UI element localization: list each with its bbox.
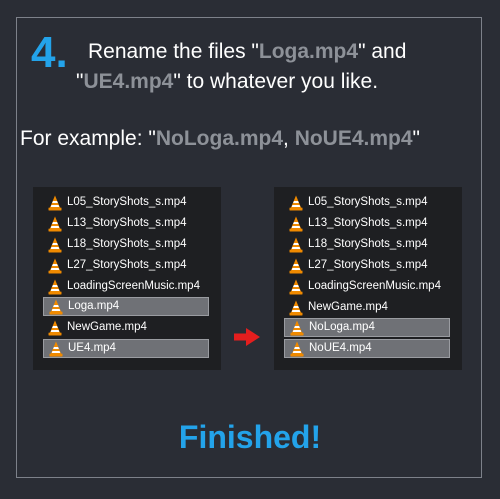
- vlc-icon: [49, 341, 63, 356]
- file-item[interactable]: L05_StoryShots_s.mp4: [43, 193, 209, 212]
- file-list-after: L05_StoryShots_s.mp4 L13_StoryShots_s.mp…: [274, 187, 462, 370]
- vlc-icon: [48, 195, 62, 210]
- file-name: NewGame.mp4: [308, 300, 388, 313]
- instruction-line-1: Rename the files "Loga.mp4" and: [88, 41, 406, 62]
- example-filename: NoUE4.mp4: [294, 127, 413, 150]
- file-item-selected[interactable]: UE4.mp4: [43, 339, 209, 358]
- vlc-icon: [289, 237, 303, 252]
- file-item[interactable]: L18_StoryShots_s.mp4: [284, 235, 450, 254]
- instruction-line-2: "UE4.mp4" to whatever you like.: [76, 71, 378, 92]
- file-name: NewGame.mp4: [67, 320, 147, 333]
- file-name: LoadingScreenMusic.mp4: [67, 279, 200, 292]
- step-number: 4.: [31, 28, 68, 77]
- vlc-icon: [290, 341, 304, 356]
- instruction-text: Rename the files ": [88, 40, 259, 63]
- file-name: L13_StoryShots_s.mp4: [308, 216, 428, 229]
- vlc-icon: [48, 258, 62, 273]
- vlc-icon: [48, 237, 62, 252]
- example-line: For example: "NoLoga.mp4, NoUE4.mp4": [20, 128, 420, 149]
- file-name: Loga.mp4: [68, 299, 120, 312]
- file-item[interactable]: LoadingScreenMusic.mp4: [284, 277, 450, 296]
- file-item[interactable]: L18_StoryShots_s.mp4: [43, 235, 209, 254]
- file-item[interactable]: NewGame.mp4: [284, 298, 450, 317]
- file-name: L05_StoryShots_s.mp4: [67, 195, 187, 208]
- vlc-icon: [48, 216, 62, 231]
- file-item[interactable]: L27_StoryShots_s.mp4: [43, 256, 209, 275]
- file-name: UE4.mp4: [68, 341, 116, 354]
- file-item[interactable]: L05_StoryShots_s.mp4: [284, 193, 450, 212]
- file-item[interactable]: NewGame.mp4: [43, 318, 209, 337]
- file-name: LoadingScreenMusic.mp4: [308, 279, 441, 292]
- file-name: L18_StoryShots_s.mp4: [308, 237, 428, 250]
- instruction-text: " to whatever you like.: [173, 70, 379, 93]
- vlc-icon: [289, 258, 303, 273]
- file-item[interactable]: L27_StoryShots_s.mp4: [284, 256, 450, 275]
- file-item-selected[interactable]: NoLoga.mp4: [284, 318, 450, 337]
- example-text: ,: [283, 127, 295, 150]
- file-item-selected[interactable]: Loga.mp4: [43, 297, 209, 316]
- vlc-icon: [290, 320, 304, 335]
- file-item[interactable]: L13_StoryShots_s.mp4: [284, 214, 450, 233]
- file-name: L13_StoryShots_s.mp4: [67, 216, 187, 229]
- example-filename: NoLoga.mp4: [155, 127, 284, 150]
- file-name: L18_StoryShots_s.mp4: [67, 237, 187, 250]
- vlc-icon: [289, 195, 303, 210]
- file-list-before: L05_StoryShots_s.mp4 L13_StoryShots_s.mp…: [33, 187, 221, 370]
- vlc-icon: [48, 279, 62, 294]
- finished-label: Finished!: [178, 419, 322, 455]
- file-item[interactable]: L13_StoryShots_s.mp4: [43, 214, 209, 233]
- file-name: NoLoga.mp4: [309, 320, 375, 333]
- vlc-icon: [49, 299, 63, 314]
- right-arrow-icon: [234, 328, 260, 346]
- example-text: For example: ": [20, 127, 156, 150]
- vlc-icon: [289, 216, 303, 231]
- highlighted-filename: Loga.mp4: [258, 40, 359, 63]
- example-text: ": [412, 127, 421, 150]
- instruction-text: " and: [358, 40, 407, 63]
- vlc-icon: [289, 279, 303, 294]
- vlc-icon: [289, 300, 303, 315]
- file-name: NoUE4.mp4: [309, 341, 372, 354]
- file-name: L27_StoryShots_s.mp4: [308, 258, 428, 271]
- vlc-icon: [48, 320, 62, 335]
- file-name: L05_StoryShots_s.mp4: [308, 195, 428, 208]
- highlighted-filename: UE4.mp4: [83, 70, 174, 93]
- file-item-selected[interactable]: NoUE4.mp4: [284, 339, 450, 358]
- file-item[interactable]: LoadingScreenMusic.mp4: [43, 277, 209, 296]
- file-name: L27_StoryShots_s.mp4: [67, 258, 187, 271]
